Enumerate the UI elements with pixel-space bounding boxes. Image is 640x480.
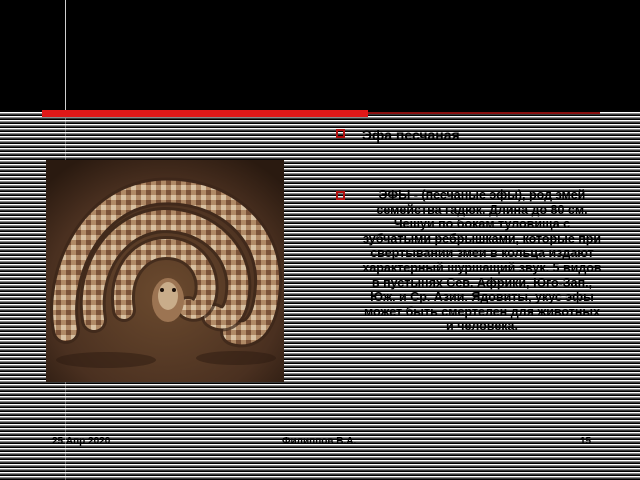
viper-photo [46, 160, 284, 382]
viper-illustration [46, 160, 284, 382]
square-bullet-icon [336, 129, 345, 138]
vertical-divider-line [65, 0, 66, 112]
bullet-title-text: Эфа песчаная [362, 127, 460, 143]
accent-bar [42, 110, 368, 117]
bullet-item-description: ЭФЫ - (песчаные эфы), род змей семейства… [332, 188, 602, 334]
footer-date: 25 Апр 2020 [52, 436, 111, 447]
bullet-item-title: Эфа песчаная [332, 126, 602, 144]
footer-page-number: 15 [580, 436, 592, 447]
square-bullet-icon [336, 191, 345, 200]
bullet-description-text: ЭФЫ - (песчаные эфы), род змей семейства… [362, 188, 602, 334]
title-band [0, 0, 640, 112]
slide: Эфа песчаная ЭФЫ - (песчаные эфы), род з… [0, 0, 640, 480]
footer-author: Филиппов В.А. [282, 436, 357, 447]
bullet-list: Эфа песчаная ЭФЫ - (песчаные эфы), род з… [332, 126, 602, 334]
accent-line [368, 112, 600, 114]
